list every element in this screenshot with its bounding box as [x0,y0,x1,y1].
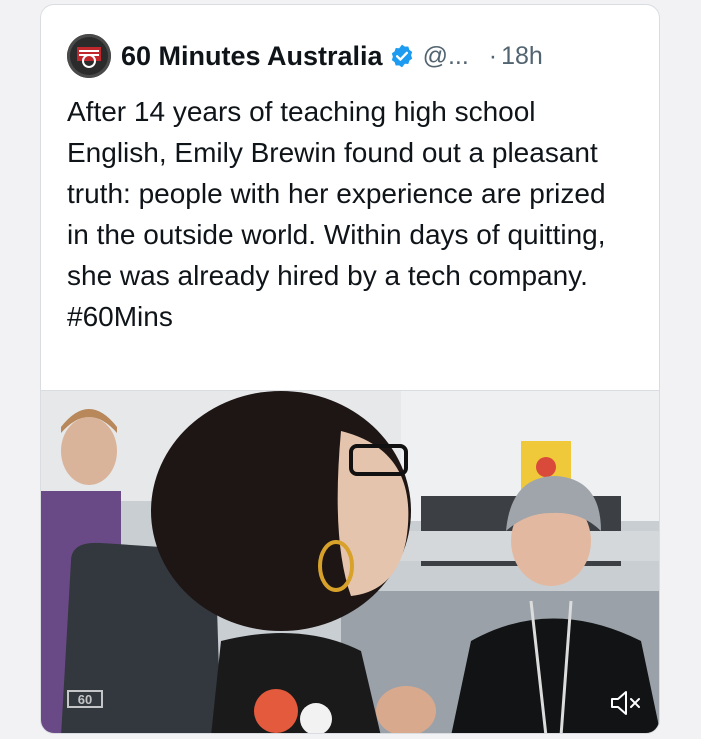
video-frame-image [41,391,659,733]
sixty-minutes-watermark-icon: 60 [67,690,103,708]
tweet-body: After 14 years of teaching high school E… [67,96,606,291]
tweet-header: 60 Minutes Australia @... · 18h [67,31,639,81]
separator-dot: · [488,41,498,70]
hashtag-link[interactable]: #60Mins [67,301,173,332]
watermark-text: 60 [78,692,92,707]
tweet-timestamp[interactable]: 18h [501,42,543,71]
tweet-card[interactable]: 60 Minutes Australia @... · 18h After 14… [40,4,660,734]
verified-badge-icon [391,44,412,68]
author-handle[interactable]: @... [423,42,469,71]
tweet-text: After 14 years of teaching high school E… [67,91,627,337]
video-player[interactable]: 60 [41,390,659,733]
volume-muted-icon[interactable] [609,688,643,718]
sixty-minutes-logo-icon [77,47,101,68]
sixty-minutes-watermark: 60 [67,690,103,714]
author-name[interactable]: 60 Minutes Australia [121,41,383,72]
avatar[interactable] [67,34,111,78]
